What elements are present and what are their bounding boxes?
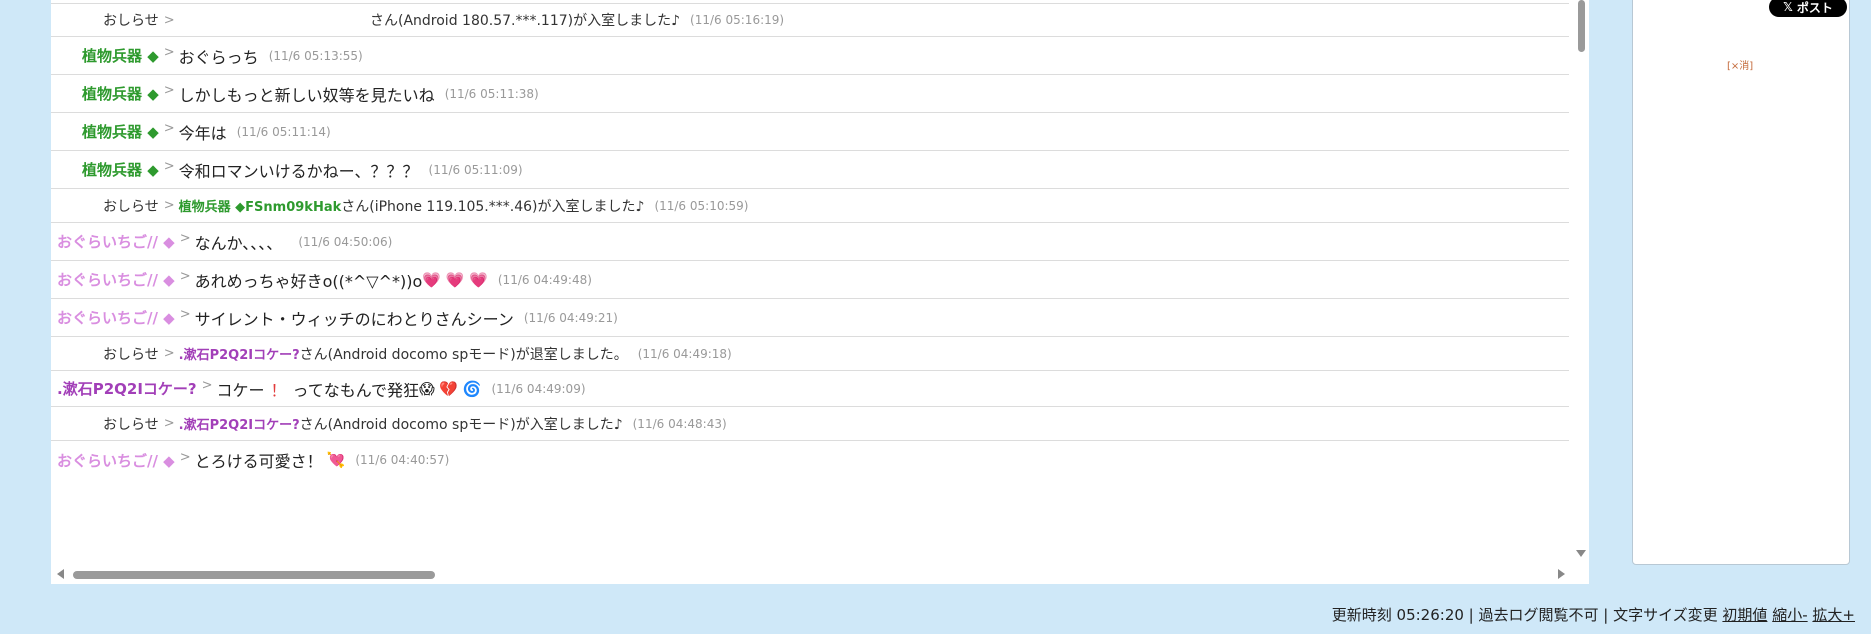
chat-row: 植物兵器 ◆ > しかしもっと新しい奴等を見たいね (11/6 05:11:38… bbox=[51, 75, 1569, 113]
separator: > bbox=[179, 307, 191, 322]
separator: > bbox=[163, 45, 175, 60]
exclamation-mark: ！ bbox=[270, 380, 287, 400]
chat-row: おぐらいちご// ◆ > サイレント・ウィッチのにわとりさんシーン (11/6 … bbox=[51, 299, 1569, 337]
scroll-down-arrow-icon[interactable] bbox=[1576, 550, 1586, 557]
notice-label: おしらせ bbox=[103, 416, 159, 433]
heart-emoji: 💘 bbox=[326, 451, 346, 469]
footer-bar: 更新時刻 05:26:20 | 過去ログ閲覧不可 | 文字サイズ変更 初期値 縮… bbox=[1332, 604, 1855, 625]
chat-row-notice: おしらせ > さん(Android 180.57.***.117)が入室しました… bbox=[51, 3, 1569, 37]
speaker-name[interactable]: 植物兵器 ◆ bbox=[82, 83, 159, 104]
speaker-name[interactable]: おぐらいちご// ◆ bbox=[57, 231, 175, 252]
message-text: とろける可愛さ！ bbox=[194, 452, 323, 471]
speaker-name[interactable]: おぐらいちご// ◆ bbox=[57, 450, 175, 471]
notice-message: さん(Android 180.57.***.117)が入室しました♪ bbox=[370, 13, 681, 29]
x-logo-icon: 𝕏 bbox=[1783, 0, 1793, 14]
speaker-name[interactable]: 植物兵器 ◆ bbox=[82, 121, 159, 142]
notice-message: さん(Android docomo spモード)が入室しました♪ bbox=[299, 416, 623, 433]
message-text: しかしもっと新しい奴等を見たいね bbox=[178, 85, 435, 105]
chat-row: 植物兵器 ◆ > 今年は (11/6 05:11:14) bbox=[51, 113, 1569, 151]
timestamp: (11/6 04:40:57) bbox=[355, 453, 450, 467]
scroll-right-arrow-icon[interactable] bbox=[1558, 569, 1565, 579]
notice-label: おしらせ bbox=[103, 198, 159, 215]
notice-user-name[interactable]: .漱石P2Q2Iコケー? bbox=[179, 344, 300, 363]
timestamp: (11/6 04:50:06) bbox=[298, 234, 393, 249]
timestamp: (11/6 04:49:09) bbox=[491, 381, 586, 396]
separator: > bbox=[163, 159, 175, 174]
speaker-name[interactable]: .漱石P2Q2Iコケー? bbox=[57, 378, 197, 399]
timestamp: (11/6 05:16:19) bbox=[690, 13, 785, 27]
timestamp: (11/6 04:49:21) bbox=[523, 310, 618, 325]
chat-log: おしらせ > さん(Android 180.57.***.117)が入室しました… bbox=[51, 0, 1569, 565]
separator: > bbox=[163, 121, 175, 136]
message-text: コケー bbox=[216, 380, 265, 400]
separator: > bbox=[163, 346, 175, 361]
font-size-enlarge-link[interactable]: 拡大+ bbox=[1812, 606, 1855, 624]
timestamp: (11/6 05:11:14) bbox=[236, 124, 331, 139]
timestamp: (11/6 04:49:48) bbox=[497, 272, 592, 287]
emoji-set: 😱 💔 🌀 bbox=[418, 379, 482, 398]
chat-row: おぐらいちご// ◆ > とろける可愛さ！ 💘 (11/6 04:40:57) bbox=[51, 441, 1569, 479]
separator: > bbox=[179, 449, 191, 465]
message-text: なんか、、、、 bbox=[194, 233, 283, 253]
speaker-name[interactable]: おぐらいちご// ◆ bbox=[57, 307, 175, 328]
message-text: ってなもんで発狂 bbox=[292, 380, 419, 400]
horizontal-scrollbar[interactable] bbox=[51, 565, 1589, 584]
close-link[interactable]: [×消] bbox=[1727, 57, 1753, 72]
notice-user-name[interactable]: .漱石P2Q2Iコケー? bbox=[179, 414, 300, 433]
vertical-scrollbar[interactable] bbox=[1573, 0, 1589, 565]
separator: > bbox=[163, 12, 175, 28]
chat-row: .漱石P2Q2Iコケー? > コケー ！ ってなもんで発狂 😱 💔 🌀 (11/… bbox=[51, 371, 1569, 407]
separator: > bbox=[179, 231, 191, 246]
notice-message: さん(iPhone 119.105.***.46)が入室しました♪ bbox=[341, 198, 645, 215]
x-post-button[interactable]: 𝕏 ポスト bbox=[1769, 0, 1847, 17]
message-text: あれめっちゃ好きo((*^▽^*))o bbox=[194, 271, 423, 291]
x-post-label: ポスト bbox=[1796, 0, 1833, 15]
chat-row: 植物兵器 ◆ > 令和ロマンいけるかねー、？？？ (11/6 05:11:09) bbox=[51, 151, 1569, 189]
chat-row-notice: おしらせ > 植物兵器 ◆FSnm09kHak さん(iPhone 119.10… bbox=[51, 189, 1569, 223]
timestamp: (11/6 05:13:55) bbox=[268, 48, 363, 63]
separator: > bbox=[163, 198, 175, 213]
message-text: 令和ロマンいけるかねー、？？？ bbox=[178, 161, 419, 181]
font-size-shrink-link[interactable]: 縮小- bbox=[1772, 606, 1807, 624]
vertical-scroll-thumb[interactable] bbox=[1578, 0, 1585, 52]
notice-label: おしらせ bbox=[103, 13, 159, 29]
chat-panel: おしらせ > さん(Android 180.57.***.117)が入室しました… bbox=[51, 0, 1589, 584]
heart-emoji: 💗 💗 💗 bbox=[422, 270, 488, 289]
side-panel: 𝕏 ポスト [×消] bbox=[1632, 0, 1850, 565]
separator: > bbox=[201, 378, 213, 393]
message-text: おぐらっち bbox=[178, 47, 259, 67]
timestamp: (11/6 05:11:38) bbox=[444, 86, 539, 101]
notice-label: おしらせ bbox=[103, 346, 159, 363]
notice-user-name[interactable]: 植物兵器 ◆FSnm09kHak bbox=[179, 196, 342, 215]
timestamp: (11/6 05:10:59) bbox=[654, 198, 749, 213]
chat-row: おぐらいちご// ◆ > なんか、、、、 (11/6 04:50:06) bbox=[51, 223, 1569, 261]
horizontal-scroll-thumb[interactable] bbox=[73, 571, 435, 579]
timestamp: (11/6 05:11:09) bbox=[428, 162, 523, 177]
chat-row: 植物兵器 ◆ > おぐらっち (11/6 05:13:55) bbox=[51, 37, 1569, 75]
speaker-name[interactable]: 植物兵器 ◆ bbox=[82, 159, 159, 180]
chat-row-notice: おしらせ > .漱石P2Q2Iコケー? さん(Android docomo sp… bbox=[51, 407, 1569, 441]
scroll-left-arrow-icon[interactable] bbox=[57, 569, 64, 579]
separator: > bbox=[179, 269, 191, 284]
chat-row-notice: おしらせ > .漱石P2Q2Iコケー? さん(Android docomo sp… bbox=[51, 337, 1569, 371]
timestamp: (11/6 04:48:43) bbox=[632, 416, 727, 431]
separator: > bbox=[163, 416, 175, 431]
timestamp: (11/6 04:49:18) bbox=[637, 346, 732, 361]
font-size-reset-link[interactable]: 初期値 bbox=[1722, 606, 1767, 624]
speaker-name[interactable]: おぐらいちご// ◆ bbox=[57, 269, 175, 290]
chat-row: おぐらいちご// ◆ > あれめっちゃ好きo((*^▽^*))o 💗 💗 💗 (… bbox=[51, 261, 1569, 299]
separator: > bbox=[163, 83, 175, 98]
update-status-text: 更新時刻 05:26:20 | 過去ログ閲覧不可 | 文字サイズ変更 bbox=[1331, 606, 1718, 624]
speaker-name[interactable]: 植物兵器 ◆ bbox=[82, 45, 159, 66]
message-text: 今年は bbox=[178, 123, 227, 143]
message-text: サイレント・ウィッチのにわとりさんシーン bbox=[194, 309, 514, 329]
notice-message: さん(Android docomo spモード)が退室しました。 bbox=[299, 346, 628, 363]
